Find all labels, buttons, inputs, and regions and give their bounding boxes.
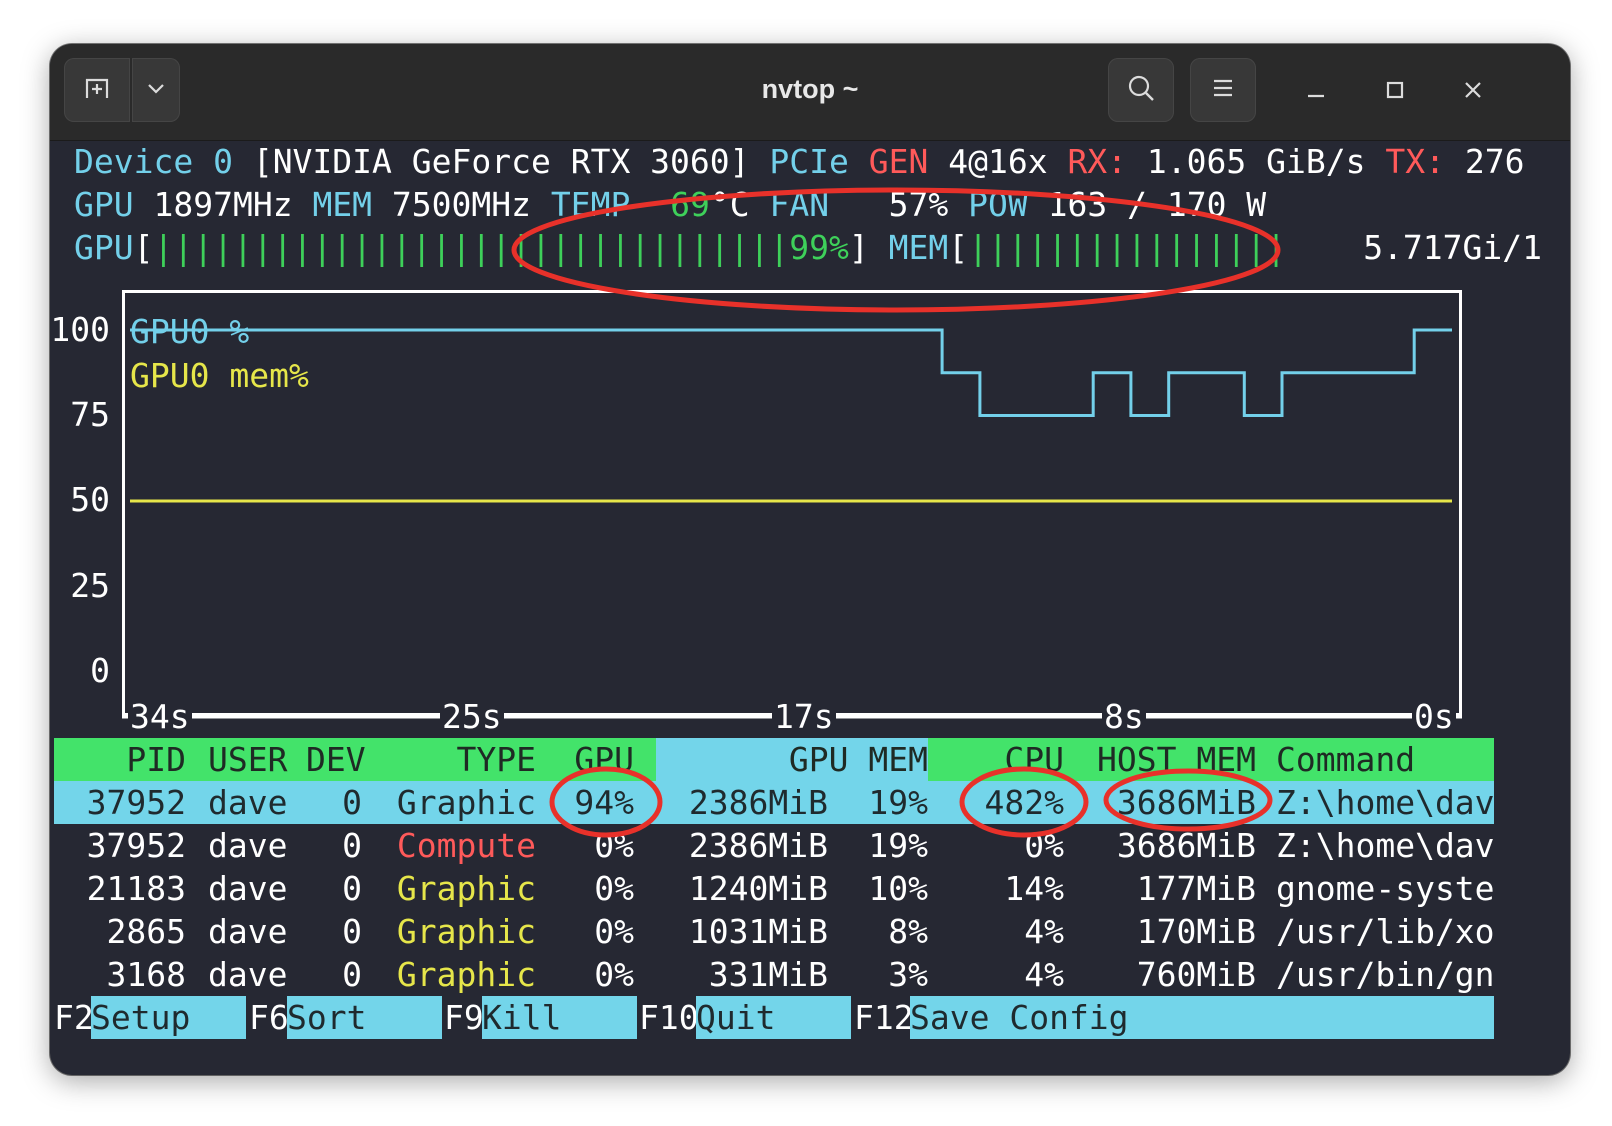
gpu-mem-cell: 2386MiB [688,783,828,822]
x-tick-label: 17s [772,697,836,737]
legend-gpu-util: GPU0 % [130,312,250,351]
host-mem-cell: 177MiB [1136,869,1256,908]
col-header-type[interactable]: TYPE [384,738,536,781]
col-header-gpu-mem[interactable]: GPU MEM [694,738,928,781]
col-header-dev[interactable]: DEV [306,738,366,781]
dev-cell: 0 [342,912,362,951]
table-row[interactable]: 3168 dave 0 Graphic 0% 331MiB 3% 4% 760MiB/usr/b… [54,953,1495,996]
kill-button[interactable]: Kill [482,996,637,1039]
type-cell: Graphic [396,955,536,994]
command-cell: /usr/lib/xo [1276,912,1495,951]
cpu-cell: 482% [984,783,1064,822]
col-header-user[interactable]: USER [208,738,287,781]
maximize-icon [1386,81,1404,99]
type-cell: Graphic [396,869,536,908]
user-cell: dave [208,912,288,951]
pid-cell: 21183 [86,869,186,908]
pid-cell: 2865 [106,912,186,951]
pid-cell: 37952 [86,826,186,865]
x-tick-label: 0s [1412,697,1456,737]
setup-button[interactable]: Setup [91,996,246,1039]
terminal-content[interactable]: Device 0 [NVIDIA GeForce RTX 3060] PCIe … [50,140,1570,1075]
user-cell: dave [208,826,288,865]
table-row[interactable]: 2865 dave 0 Graphic 0% 1031MiB 8% 4% 170MiB/usr/… [54,910,1495,953]
type-cell: Graphic [396,783,536,822]
pid-cell: 37952 [86,783,186,822]
pid-cell: 3168 [106,955,186,994]
window-title: nvtop ~ [761,74,859,104]
title-bar: nvtop ~ [50,44,1570,141]
table-row[interactable]: 37952 dave 0 Compute 0% 2386MiB 19% 0% 3686MiB Z:… [54,824,1495,867]
series-gpu-util-line [130,328,1452,417]
command-cell: /usr/bin/gn [1276,955,1495,994]
gpu-mem-cell: 1240MiB [688,869,828,908]
table-row[interactable]: 37952 dave 0 Graphic 94% 2386MiB 19% 482% 3686Mi… [54,781,1495,824]
user-cell: dave [208,783,288,822]
col-header-pid[interactable]: PID [54,738,186,781]
close-button[interactable] [1453,70,1493,110]
host-mem-cell: 760MiB [1136,955,1256,994]
quit-button[interactable]: Quit [696,996,851,1039]
host-mem-cell: 3686MiB [1116,826,1256,865]
gpu-mem-pct-cell: 19% [868,826,928,865]
host-mem-cell: 170MiB [1136,912,1256,951]
user-cell: dave [208,869,288,908]
col-header-host-mem[interactable]: HOST MEM [1084,738,1256,781]
terminal-window: nvtop ~ Device 0 [NVIDIA GeForce RTX 306… [50,44,1570,1075]
hamburger-menu-icon [1210,75,1236,105]
sort-button[interactable]: Sort [287,996,442,1039]
command-cell: Z:\home\dav [1276,826,1495,865]
host-mem-cell: 3686MiB [1116,783,1256,822]
x-tick-label: 8s [1102,697,1146,737]
dev-cell: 0 [342,783,362,822]
menu-button[interactable] [1190,58,1256,122]
gpu-util-cell: 0% [594,912,634,951]
gpu-mem-pct-cell: 3% [888,955,928,994]
gpu-util-cell: 0% [594,955,634,994]
x-tick-label: 25s [440,697,504,737]
maximize-button[interactable] [1375,70,1415,110]
gpu-mem-pct-cell: 19% [868,783,928,822]
user-cell: dave [208,955,288,994]
legend-gpu-mem: GPU0 mem% [130,356,309,395]
gpu-mem-cell: 1031MiB [688,912,828,951]
type-cell: Compute [396,826,536,865]
col-header-cpu[interactable]: CPU [934,738,1064,781]
save-config-button[interactable]: Save Config [910,996,1494,1039]
gpu-mem-cell: 2386MiB [688,826,828,865]
gpu-mem-pct-cell: 10% [868,869,928,908]
fkey-f6: F6 [249,998,289,1037]
cpu-cell: 14% [1004,869,1064,908]
search-icon [1126,73,1156,107]
search-button[interactable] [1108,58,1174,122]
type-cell: Graphic [396,912,536,951]
table-row[interactable]: 21183 dave 0 Graphic 0% 1240MiB 10% 14% 177MiB gn… [54,867,1495,910]
dev-cell: 0 [342,826,362,865]
dev-cell: 0 [342,869,362,908]
minimize-icon [1308,94,1324,98]
gpu-util-cell: 0% [594,826,634,865]
process-table-header[interactable]: PID USER DEV TYPE GPU GPU MEM CPU HOST M… [54,738,1494,781]
fkey-f10: F10 [639,998,699,1037]
col-header-command[interactable]: Command [1276,738,1415,781]
gpu-util-cell: 0% [594,869,634,908]
close-icon [1465,82,1481,98]
fkey-f9: F9 [444,998,484,1037]
gpu-mem-pct-cell: 8% [888,912,928,951]
command-cell: Z:\home\dav [1276,783,1495,822]
command-cell: gnome-syste [1276,869,1495,908]
function-key-bar: F2 Setup F6 Sort F9 Kill F10 Quit F12 Sa… [54,996,1494,1039]
col-header-gpu[interactable]: GPU [534,738,634,781]
dev-cell: 0 [342,955,362,994]
gpu-mem-cell: 331MiB [708,955,828,994]
x-tick-label: 34s [128,697,192,737]
fkey-f12: F12 [854,998,914,1037]
fkey-f2: F2 [54,998,94,1037]
cpu-cell: 4% [1024,955,1064,994]
minimize-button[interactable] [1296,70,1336,110]
cpu-cell: 0% [1024,826,1064,865]
gpu-util-cell: 94% [574,783,634,822]
cpu-cell: 4% [1024,912,1064,951]
